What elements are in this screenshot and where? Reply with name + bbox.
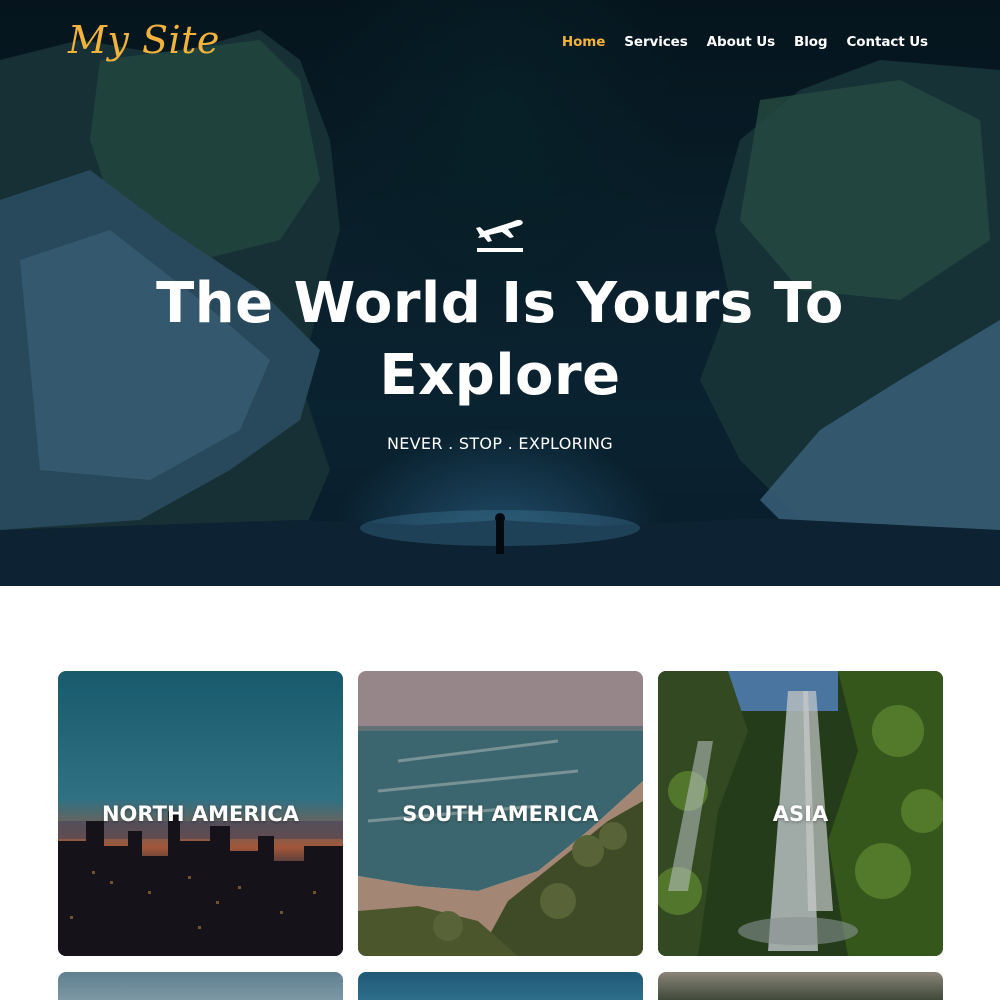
- nav-about-us[interactable]: About Us: [707, 34, 775, 50]
- hero-section: My Site Home Services About Us Blog Cont…: [0, 0, 1000, 586]
- card-label-asia: ASIA: [772, 801, 829, 826]
- destination-card-south-america[interactable]: SOUTH AMERICA: [358, 671, 643, 956]
- nav-services[interactable]: Services: [624, 34, 687, 50]
- nav-blog[interactable]: Blog: [794, 34, 828, 50]
- hero-subtitle: NEVER . STOP . EXPLORING: [387, 434, 613, 453]
- hero-title: The World Is Yours To Explore: [156, 271, 844, 408]
- destination-card-asia[interactable]: ASIA: [658, 671, 943, 956]
- airplane-takeoff-icon: [476, 219, 523, 252]
- destination-card-6[interactable]: [658, 972, 943, 1000]
- nav-contact-us[interactable]: Contact Us: [846, 34, 928, 50]
- nav-home[interactable]: Home: [562, 34, 606, 50]
- destination-card-4[interactable]: [58, 972, 343, 1000]
- destination-card-5[interactable]: [358, 972, 643, 1000]
- site-logo[interactable]: My Site: [68, 18, 220, 62]
- main-nav: Home Services About Us Blog Contact Us: [562, 34, 928, 50]
- destination-card-north-america[interactable]: NORTH AMERICA: [58, 671, 343, 956]
- card-label-south-america: SOUTH AMERICA: [402, 801, 599, 826]
- card-label-north-america: NORTH AMERICA: [101, 801, 299, 826]
